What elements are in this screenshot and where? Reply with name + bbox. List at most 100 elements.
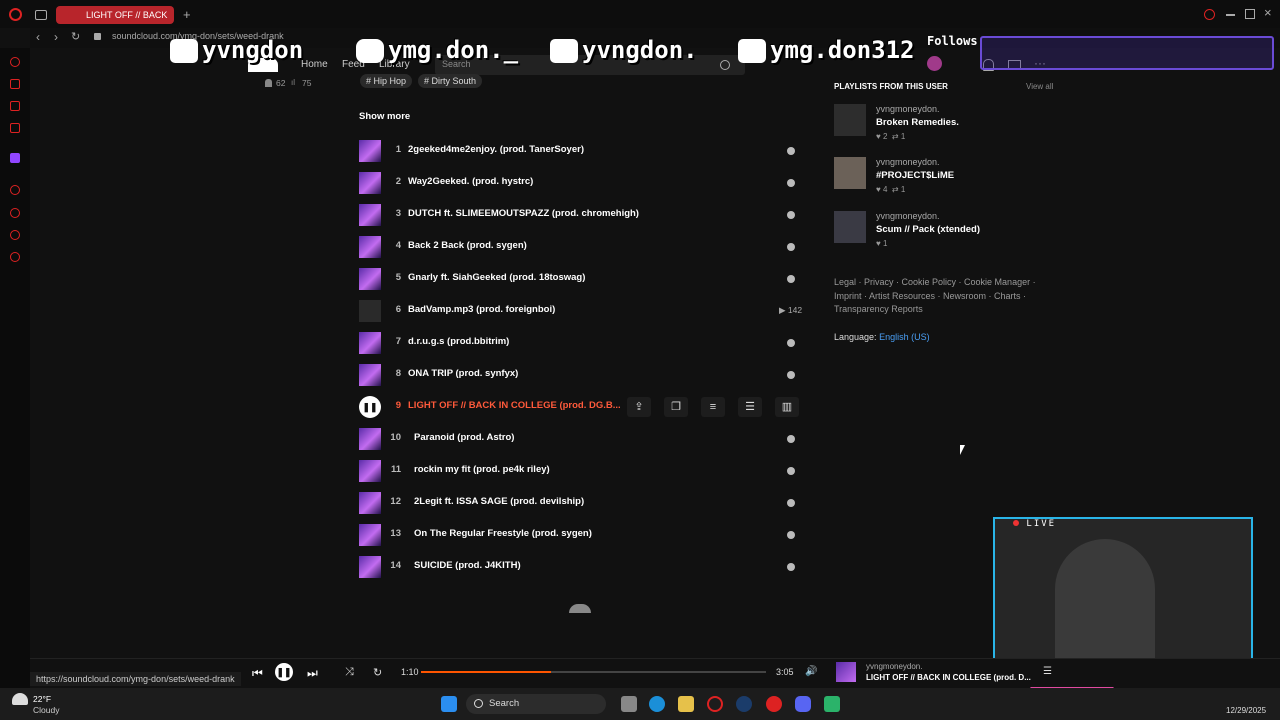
track-more-icon[interactable]: [787, 147, 795, 155]
new-tab-button[interactable]: +: [183, 7, 191, 22]
track-title[interactable]: Way2Geeked. (prod. hystrc): [408, 176, 533, 187]
task-view-icon[interactable]: [621, 696, 637, 712]
back-icon[interactable]: ‹: [36, 30, 40, 44]
playlist-user[interactable]: yvngmoneydon.: [876, 157, 940, 167]
track-more-icon[interactable]: [787, 435, 795, 443]
forward-icon[interactable]: ›: [54, 30, 58, 44]
tab-switcher-icon[interactable]: [35, 10, 47, 20]
track-title[interactable]: LIGHT OFF // BACK IN COLLEGE (prod. DG.B…: [408, 400, 621, 411]
track-artwork[interactable]: [359, 524, 381, 546]
active-tab[interactable]: LIGHT OFF // BACK: [56, 6, 174, 24]
opera-gx-taskbar-icon[interactable]: [707, 696, 723, 712]
track-row[interactable]: 7 d.r.u.g.s (prod.bbitrim): [359, 332, 804, 354]
playlist-item[interactable]: yvngmoneydon. Broken Remedies. ♥ 2 ⇄ 1: [834, 104, 1064, 148]
playlist-title[interactable]: Scum // Pack (xtended): [876, 224, 980, 235]
track-more-icon[interactable]: [787, 243, 795, 251]
track-title[interactable]: SUICIDE (prod. J4KITH): [414, 560, 521, 571]
track-artwork[interactable]: [359, 364, 381, 386]
track-pause-button[interactable]: ❚❚: [359, 396, 381, 418]
track-row[interactable]: 14 SUICIDE (prod. J4KITH): [359, 556, 804, 578]
track-more-icon[interactable]: [787, 179, 795, 187]
opera-red-icon[interactable]: [766, 696, 782, 712]
track-row[interactable]: 2 Way2Geeked. (prod. hystrc): [359, 172, 804, 194]
window-search-icon[interactable]: [1204, 9, 1215, 20]
share-button[interactable]: ⇪: [627, 397, 651, 417]
previous-icon[interactable]: ⏮: [252, 666, 263, 681]
now-playing-artwork[interactable]: [836, 662, 856, 682]
now-playing-title[interactable]: LIGHT OFF // BACK IN COLLEGE (prod. D...: [866, 673, 1031, 682]
track-row[interactable]: 3 DUTCH ft. SLIMEEMOUTSPAZZ (prod. chrome…: [359, 204, 804, 226]
track-artwork[interactable]: [359, 492, 381, 514]
track-artwork[interactable]: [359, 268, 381, 290]
pause-button[interactable]: ❚❚: [275, 663, 293, 681]
weather-condition[interactable]: Cloudy: [33, 705, 59, 715]
playlist-item[interactable]: yvngmoneydon. #PROJECT$LiME ♥ 4 ⇄ 1: [834, 157, 1064, 201]
add-to-playlist-button[interactable]: ☰: [738, 397, 762, 417]
track-artwork[interactable]: [359, 172, 381, 194]
gx-corner-icon[interactable]: [10, 101, 20, 111]
minimize-button[interactable]: [1226, 14, 1235, 16]
track-title[interactable]: ONA TRIP (prod. synfyx): [408, 368, 518, 379]
track-title[interactable]: Back 2 Back (prod. sygen): [408, 240, 527, 251]
copy-link-button[interactable]: ❐: [664, 397, 688, 417]
track-row[interactable]: 8 ONA TRIP (prod. synfyx): [359, 364, 804, 386]
settings-icon[interactable]: [10, 252, 20, 262]
track-title[interactable]: BadVamp.mp3 (prod. foreignboi): [408, 304, 555, 315]
language-setting[interactable]: Language: English (US): [834, 332, 930, 342]
track-row[interactable]: 6 BadVamp.mp3 (prod. foreignboi) ▶ 142: [359, 300, 804, 322]
nav-home[interactable]: Home: [301, 59, 328, 70]
track-artwork[interactable]: [359, 332, 381, 354]
queue-icon[interactable]: ☰: [1043, 666, 1052, 677]
track-artwork[interactable]: [359, 428, 381, 450]
next-icon[interactable]: ⏭: [307, 666, 318, 681]
view-all-link[interactable]: View all: [1026, 82, 1053, 91]
maximize-button[interactable]: [1245, 9, 1255, 19]
track-artwork[interactable]: [359, 204, 381, 226]
track-row[interactable]: 10 Paranoid (prod. Astro): [359, 428, 804, 450]
track-row[interactable]: 12 2Legit ft. ISSA SAGE (prod. devilship): [359, 492, 804, 514]
opera-logo-icon[interactable]: [9, 8, 22, 21]
playlist-title[interactable]: Broken Remedies.: [876, 117, 959, 128]
tag-dirty-south[interactable]: # Dirty South: [418, 74, 483, 88]
edge-icon[interactable]: [649, 696, 665, 712]
shopping-icon[interactable]: [10, 79, 20, 89]
shuffle-icon[interactable]: ⤨: [345, 666, 354, 679]
track-artwork[interactable]: [359, 236, 381, 258]
steam-icon[interactable]: [736, 696, 752, 712]
taskbar-search[interactable]: Search: [466, 694, 606, 714]
track-title[interactable]: 2Legit ft. ISSA SAGE (prod. devilship): [414, 496, 584, 507]
track-artwork[interactable]: [359, 460, 381, 482]
playlist-user[interactable]: yvngmoneydon.: [876, 211, 940, 221]
progress-track[interactable]: [421, 671, 766, 673]
twitch-icon[interactable]: [10, 153, 20, 163]
track-title[interactable]: DUTCH ft. SLIMEEMOUTSPAZZ (prod. chromeh…: [408, 208, 639, 219]
close-button[interactable]: ×: [1264, 5, 1272, 20]
playlist-item[interactable]: yvngmoneydon. Scum // Pack (xtended) ♥ 1: [834, 211, 1064, 255]
stats-button[interactable]: ▥: [775, 397, 799, 417]
store-icon[interactable]: [678, 696, 694, 712]
extensions-icon[interactable]: [10, 230, 20, 240]
history-icon[interactable]: [10, 208, 20, 218]
playlist-title[interactable]: #PROJECT$LiME: [876, 170, 954, 181]
track-title[interactable]: 2geeked4me2enjoy. (prod. TanerSoyer): [408, 144, 584, 155]
app-green-icon[interactable]: [824, 696, 840, 712]
track-row[interactable]: 4 Back 2 Back (prod. sygen): [359, 236, 804, 258]
volume-icon[interactable]: 🔊: [805, 666, 817, 677]
playlist-artwork[interactable]: [834, 211, 866, 243]
tag-hip-hop[interactable]: # Hip Hop: [360, 74, 413, 88]
track-title[interactable]: Gnarly ft. SiahGeeked (prod. 18toswag): [408, 272, 585, 283]
aria-icon[interactable]: [10, 57, 20, 67]
track-row[interactable]: 13 On The Regular Freestyle (prod. sygen): [359, 524, 804, 546]
show-more-button[interactable]: Show more: [359, 111, 410, 122]
track-row[interactable]: 5 Gnarly ft. SiahGeeked (prod. 18toswag): [359, 268, 804, 290]
track-more-icon[interactable]: [787, 371, 795, 379]
track-more-icon[interactable]: [787, 339, 795, 347]
track-row[interactable]: ❚❚ 9 LIGHT OFF // BACK IN COLLEGE (prod. D…: [359, 396, 804, 418]
weather-icon[interactable]: [12, 693, 28, 705]
track-more-icon[interactable]: [787, 211, 795, 219]
search-icon[interactable]: [720, 60, 730, 70]
messenger-icon[interactable]: [10, 123, 20, 133]
weather-temp[interactable]: 22°F: [33, 694, 51, 704]
track-title[interactable]: rockin my fit (prod. pe4k riley): [414, 464, 550, 475]
reload-icon[interactable]: ↻: [71, 30, 80, 43]
